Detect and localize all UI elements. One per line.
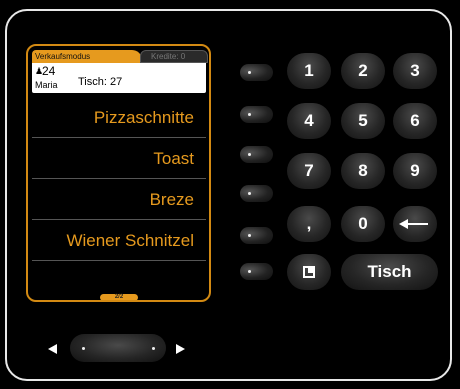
clear-icon xyxy=(303,266,315,278)
menu-item[interactable]: Pizzaschnitte xyxy=(32,98,206,138)
tab-sales-mode[interactable]: Verkaufsmodus xyxy=(32,50,142,63)
backspace-button[interactable] xyxy=(393,206,437,242)
next-page-button[interactable] xyxy=(176,344,185,354)
key-7[interactable]: 7 xyxy=(287,153,331,189)
key-5[interactable]: 5 xyxy=(341,103,385,139)
table-label: Tisch: 27 xyxy=(78,76,123,88)
page-indicator: 2/2 xyxy=(100,294,138,300)
side-key-3[interactable] xyxy=(240,146,273,163)
table-button[interactable]: Tisch xyxy=(341,254,438,290)
waiter-name: Maria xyxy=(35,80,58,90)
side-key-4[interactable] xyxy=(240,185,273,202)
menu-item[interactable]: Wiener Schnitzel xyxy=(32,221,206,261)
page-nav-pill[interactable] xyxy=(70,334,166,362)
menu-item[interactable]: Toast xyxy=(32,139,206,179)
side-key-1[interactable] xyxy=(240,64,273,81)
side-key-5[interactable] xyxy=(240,227,273,244)
clear-button[interactable] xyxy=(287,254,331,290)
side-key-6[interactable] xyxy=(240,263,273,280)
key-9[interactable]: 9 xyxy=(393,153,437,189)
key-1[interactable]: 1 xyxy=(287,53,331,89)
key-6[interactable]: 6 xyxy=(393,103,437,139)
key-0[interactable]: 0 xyxy=(341,206,385,242)
key-8[interactable]: 8 xyxy=(341,153,385,189)
item-screen: Verkaufsmodus Kredite: 0 ♟ 24 Maria Tisc… xyxy=(26,44,211,302)
key-4[interactable]: 4 xyxy=(287,103,331,139)
key-2[interactable]: 2 xyxy=(341,53,385,89)
key-3[interactable]: 3 xyxy=(393,53,437,89)
tab-credits[interactable]: Kredite: 0 xyxy=(140,50,208,63)
previous-page-button[interactable] xyxy=(48,344,57,354)
menu-item[interactable]: Breze xyxy=(32,180,206,220)
key-comma[interactable]: , xyxy=(287,206,331,242)
guest-count: 24 xyxy=(42,64,56,78)
side-key-2[interactable] xyxy=(240,106,273,123)
order-info: ♟ 24 Maria Tisch: 27 xyxy=(32,63,206,93)
